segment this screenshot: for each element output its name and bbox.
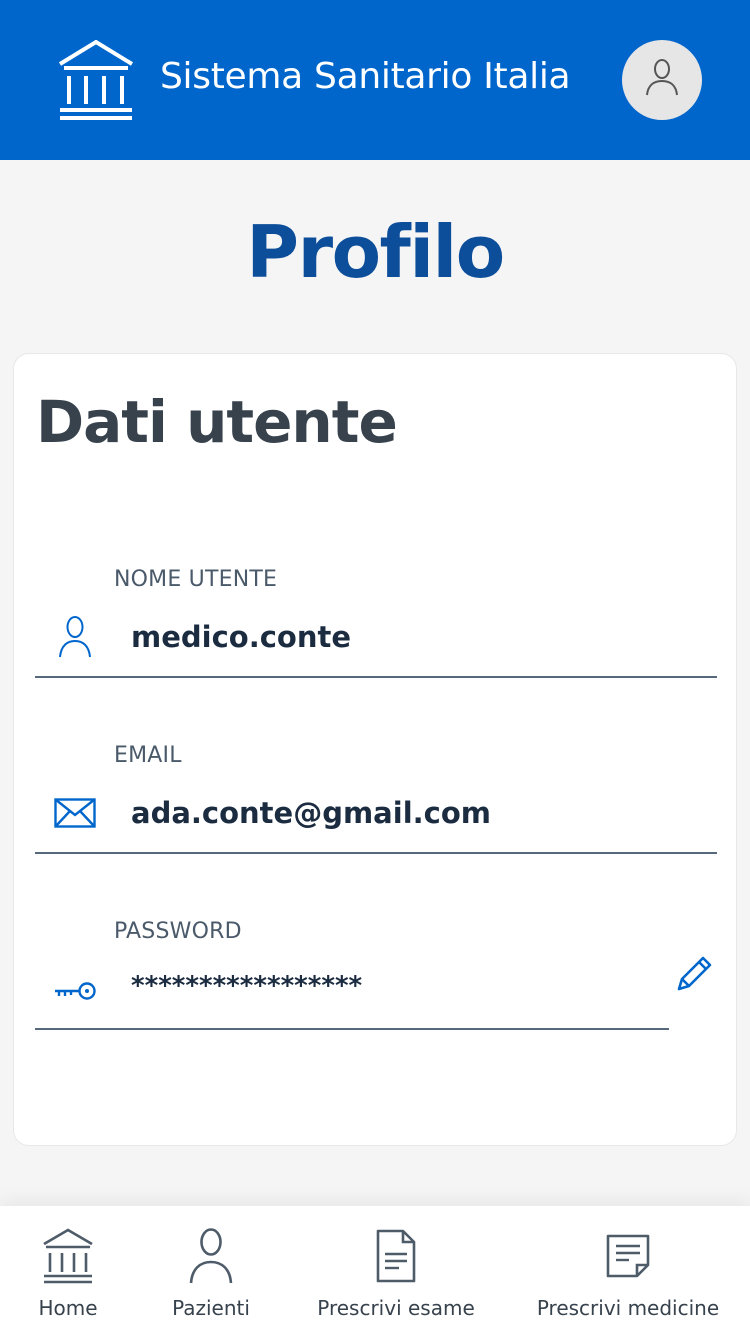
user-icon xyxy=(645,59,679,101)
password-field[interactable]: PASSWORD ***************** xyxy=(35,919,669,1031)
password-label: PASSWORD xyxy=(114,919,242,944)
edit-password-button[interactable] xyxy=(672,952,718,998)
app-header: Sistema Sanitario Italia xyxy=(0,0,750,160)
email-field[interactable]: EMAIL ada.conte@gmail.com xyxy=(35,743,717,855)
email-label: EMAIL xyxy=(114,743,182,768)
user-icon xyxy=(181,1226,241,1286)
nav-item-prescrivi-medicine[interactable]: Prescrivi medicine xyxy=(530,1206,726,1334)
username-field[interactable]: NOME UTENTE medico.conte xyxy=(35,567,717,679)
card-title: Dati utente xyxy=(36,388,398,456)
document-icon xyxy=(366,1226,426,1286)
mail-icon xyxy=(53,791,97,835)
nav-item-prescrivi-esame[interactable]: Prescrivi esame xyxy=(310,1206,482,1334)
nav-label-pazienti: Pazienti xyxy=(172,1296,250,1320)
nav-item-pazienti[interactable]: Pazienti xyxy=(158,1206,264,1334)
nav-label-home: Home xyxy=(38,1296,98,1320)
page-title: Profilo xyxy=(246,210,505,294)
avatar[interactable] xyxy=(622,40,702,120)
username-label: NOME UTENTE xyxy=(114,567,278,592)
password-underline xyxy=(35,1028,669,1030)
bottom-navigation: Home Pazienti Prescrivi esame Prescrivi … xyxy=(0,1206,750,1334)
note-icon xyxy=(598,1226,658,1286)
nav-label-prescrivi-esame: Prescrivi esame xyxy=(317,1296,475,1320)
nav-item-home[interactable]: Home xyxy=(18,1206,118,1334)
user-icon xyxy=(53,615,97,659)
key-icon xyxy=(53,969,97,1013)
pencil-icon xyxy=(675,953,715,997)
username-underline xyxy=(35,676,717,678)
username-value: medico.conte xyxy=(131,620,352,654)
user-data-card: Dati utente NOME UTENTE medico.conte EMA… xyxy=(13,353,737,1146)
institution-icon[interactable] xyxy=(56,39,136,120)
institution-icon xyxy=(38,1226,98,1286)
email-value: ada.conte@gmail.com xyxy=(131,796,491,830)
nav-label-prescrivi-medicine: Prescrivi medicine xyxy=(536,1296,720,1320)
email-underline xyxy=(35,852,717,854)
password-value: ***************** xyxy=(131,971,363,1001)
app-title: Sistema Sanitario Italia xyxy=(160,56,571,97)
